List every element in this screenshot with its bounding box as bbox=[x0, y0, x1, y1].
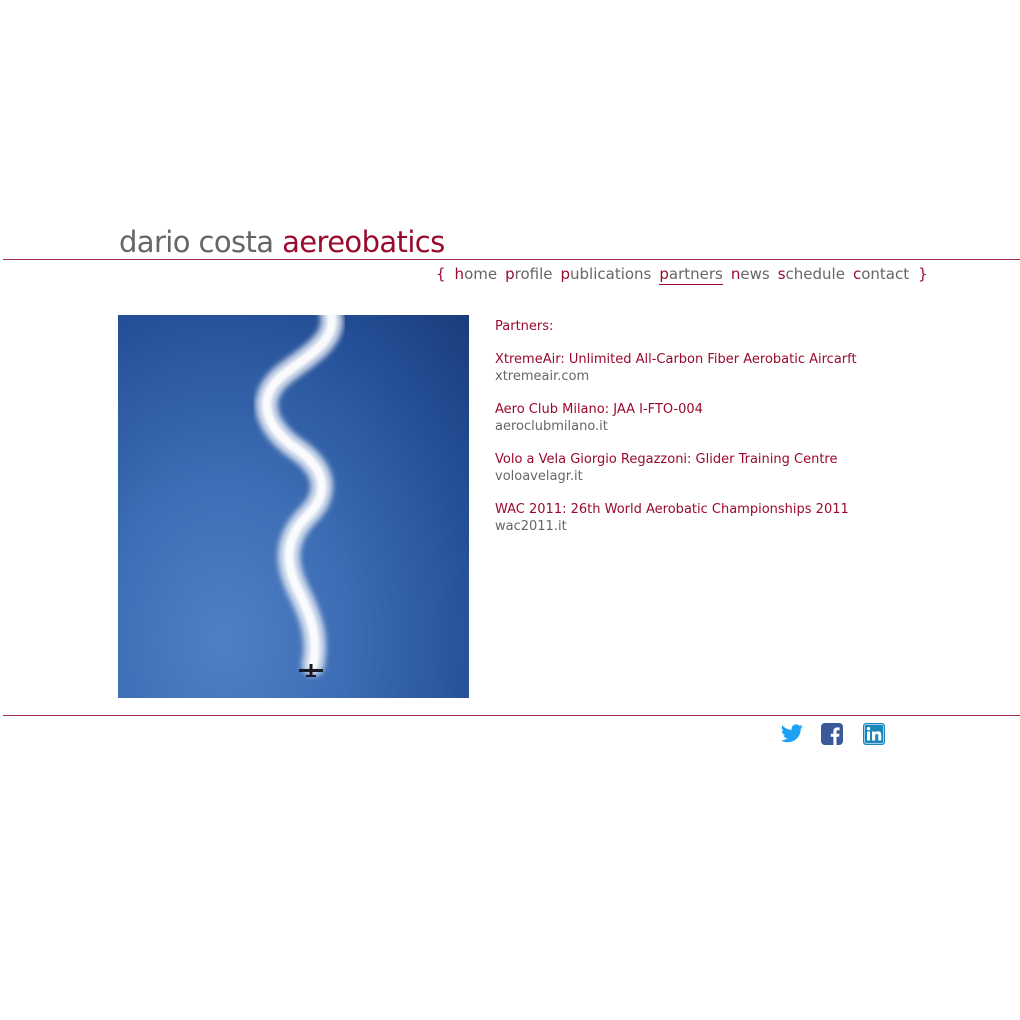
nav-item-publications[interactable]: publications bbox=[560, 265, 651, 284]
nav-item-initial: n bbox=[730, 265, 741, 283]
partners-heading: Partners: bbox=[495, 319, 554, 334]
linkedin-icon[interactable] bbox=[862, 722, 886, 746]
nav-item-contact[interactable]: contact bbox=[853, 265, 909, 284]
partner-entry: Aero Club Milano: JAA I-FTO-004 aeroclub… bbox=[495, 401, 965, 435]
nav-item-profile[interactable]: profile bbox=[505, 265, 552, 284]
site-name: dario costa bbox=[119, 225, 274, 259]
nav-item-initial: p bbox=[659, 265, 669, 283]
partner-url-link[interactable]: aeroclubmilano.it bbox=[495, 418, 965, 435]
nav-item-news[interactable]: news bbox=[731, 265, 770, 284]
twitter-icon[interactable] bbox=[780, 722, 804, 746]
partner-url-link[interactable]: voloavelagr.it bbox=[495, 468, 965, 485]
nav-item-label: ome bbox=[464, 265, 498, 283]
site-title[interactable]: dario costa aereobatics bbox=[119, 224, 445, 260]
partners-content: Partners: XtremeAir: Unlimited All-Carbo… bbox=[495, 318, 965, 551]
aerobatic-photo bbox=[118, 315, 469, 698]
partner-url-link[interactable]: xtremeair.com bbox=[495, 368, 965, 385]
nav-item-initial: h bbox=[454, 265, 465, 283]
nav-close-brace: } bbox=[918, 265, 928, 283]
nav-item-label: chedule bbox=[785, 265, 845, 283]
partner-title-link[interactable]: XtremeAir: Unlimited All-Carbon Fiber Ae… bbox=[495, 351, 965, 368]
page: dario costa aereobatics { home profile p… bbox=[0, 0, 1020, 1020]
site-brand: aereobatics bbox=[282, 225, 445, 259]
nav-item-label: rofile bbox=[514, 265, 553, 283]
main-nav: { home profile publications partners new… bbox=[436, 265, 928, 285]
partner-entry: XtremeAir: Unlimited All-Carbon Fiber Ae… bbox=[495, 351, 965, 385]
partner-title-link[interactable]: Volo a Vela Giorgio Regazzoni: Glider Tr… bbox=[495, 451, 965, 468]
nav-open-brace: { bbox=[436, 265, 446, 283]
nav-item-label: ews bbox=[740, 265, 770, 283]
nav-item-initial: p bbox=[505, 265, 515, 283]
partner-title-link[interactable]: WAC 2011: 26th World Aerobatic Champions… bbox=[495, 501, 965, 518]
nav-item-label: artners bbox=[668, 265, 723, 283]
facebook-icon[interactable] bbox=[820, 722, 844, 746]
partner-title-link[interactable]: Aero Club Milano: JAA I-FTO-004 bbox=[495, 401, 965, 418]
nav-item-initial: p bbox=[560, 265, 571, 283]
partner-entry: WAC 2011: 26th World Aerobatic Champions… bbox=[495, 501, 965, 535]
nav-item-home[interactable]: home bbox=[455, 265, 498, 284]
header-divider bbox=[3, 259, 1020, 260]
nav-item-initial: c bbox=[852, 265, 862, 283]
partner-url-link[interactable]: wac2011.it bbox=[495, 518, 965, 535]
nav-item-label: ublications bbox=[570, 265, 652, 283]
smoke-trail-plane-image bbox=[255, 315, 343, 677]
nav-item-partners[interactable]: partners bbox=[659, 265, 723, 285]
partner-entry: Volo a Vela Giorgio Regazzoni: Glider Tr… bbox=[495, 451, 965, 485]
nav-item-initial: s bbox=[777, 265, 786, 283]
nav-item-label: ontact bbox=[861, 265, 910, 283]
nav-item-schedule[interactable]: schedule bbox=[778, 265, 845, 284]
footer-divider bbox=[3, 715, 1020, 716]
